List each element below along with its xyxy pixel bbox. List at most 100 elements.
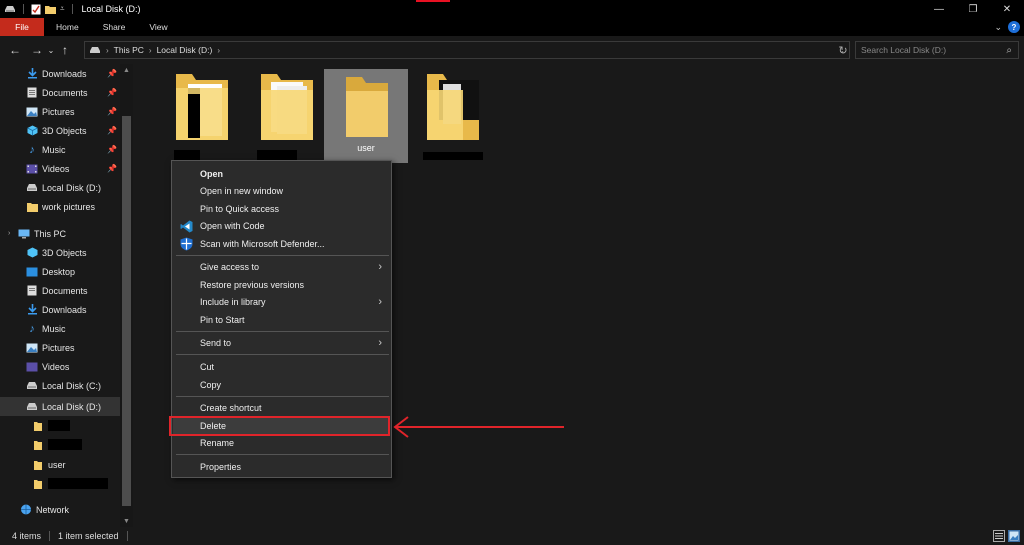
sidebar-item-label: Local Disk (D:) [42,401,102,412]
close-button[interactable]: ✕ [990,0,1024,18]
pin-icon[interactable]: 📌 [107,69,117,78]
cube-icon [26,125,38,137]
menu-item-give-access[interactable]: Give access to › [173,258,390,275]
sidebar-item-local-disk-c[interactable]: Local Disk (C:) [0,376,120,395]
breadcrumb-separator-icon[interactable]: › [149,46,152,55]
sidebar-item-videos-pc[interactable]: Videos [0,357,120,376]
up-button[interactable]: ↑ [56,41,74,59]
folder-item[interactable] [411,70,495,164]
properties-icon[interactable] [31,4,41,15]
breadcrumb-separator-icon[interactable]: › [106,46,109,55]
sidebar-item-folder-redacted-3[interactable] [0,474,120,493]
expand-ribbon-icon[interactable]: ⌄ [994,22,1002,33]
menu-item-open[interactable]: Open [173,165,390,182]
sidebar-item-label: user [48,459,66,470]
menu-item-copy[interactable]: Copy [173,376,390,393]
scroll-down-icon[interactable]: ▼ [120,515,133,527]
scroll-up-icon[interactable]: ▲ [120,64,133,76]
menu-item-open-new-window[interactable]: Open in new window [173,182,390,199]
folder-item-user[interactable]: user [324,69,408,163]
tab-view[interactable]: View [137,18,179,36]
sidebar-item-this-pc[interactable]: › This PC [0,224,120,243]
new-folder-icon[interactable] [45,4,56,14]
back-button[interactable]: ← [6,41,24,59]
breadcrumb-separator-icon[interactable]: › [217,46,220,55]
menu-item-pin-quick-access[interactable]: Pin to Quick access [173,200,390,217]
pin-icon[interactable]: 📌 [107,145,117,154]
sidebar-item-desktop[interactable]: Desktop [0,262,120,281]
sidebar-item-local-disk-d[interactable]: Local Disk (D:) [0,397,120,416]
expand-chevron-icon[interactable]: › [8,230,18,237]
pin-icon[interactable]: 📌 [107,164,117,173]
customize-toolbar-icon[interactable]: ⩡ [60,4,65,14]
scrollbar-thumb[interactable] [122,116,131,506]
menu-item-properties[interactable]: Properties [173,458,390,475]
address-bar[interactable]: › This PC › Local Disk (D:) › ⌄ [84,41,850,59]
menu-item-scan-defender[interactable]: Scan with Microsoft Defender... [173,235,390,252]
tab-file[interactable]: File [0,18,44,36]
redacted-label [423,152,483,160]
sidebar-item-user[interactable]: user [0,455,120,474]
pin-icon[interactable]: 📌 [107,88,117,97]
maximize-button[interactable]: ❐ [956,0,990,18]
pin-icon[interactable]: 📌 [107,126,117,135]
menu-item-label: Give access to [200,261,260,272]
music-icon: ♪ [29,143,35,156]
folder-icon [32,420,44,432]
drive-icon [26,401,38,413]
sidebar-item-local-disk-d-quick[interactable]: Local Disk (D:) [0,178,120,197]
menu-item-send-to[interactable]: Send to › [173,334,390,351]
forward-button[interactable]: → [28,41,46,59]
sidebar-item-music-pc[interactable]: ♪ Music [0,319,120,338]
pin-icon[interactable]: 📌 [107,107,117,116]
sidebar-item-videos[interactable]: Videos 📌 [0,159,120,178]
sidebar-item-3d-objects[interactable]: 3D Objects 📌 [0,121,120,140]
divider [23,4,24,14]
breadcrumb-local-disk[interactable]: Local Disk (D:) [157,45,213,55]
menu-item-cut[interactable]: Cut [173,358,390,375]
tab-share[interactable]: Share [91,18,138,36]
sidebar-item-folder-redacted-2[interactable] [0,435,120,454]
sidebar-item-label: work pictures [42,201,96,212]
sidebar-item-documents-pc[interactable]: Documents [0,281,120,300]
selection-count: 1 item selected [58,531,119,541]
sidebar-item-music[interactable]: ♪ Music 📌 [0,140,120,159]
menu-item-include-library[interactable]: Include in library › [173,293,390,310]
sidebar-scrollbar[interactable]: ▲ ▼ [120,64,133,527]
menu-item-create-shortcut[interactable]: Create shortcut [173,399,390,416]
menu-item-label: Open with Code [200,220,265,231]
sidebar-item-label: Network [36,504,70,515]
help-icon[interactable]: ? [1008,21,1020,33]
sidebar-item-documents[interactable]: Documents 📌 [0,83,120,102]
folder-icon [261,74,313,140]
menu-item-restore-versions[interactable]: Restore previous versions [173,276,390,293]
menu-item-pin-start[interactable]: Pin to Start [173,311,390,328]
large-icons-view-icon[interactable] [1008,530,1020,542]
sidebar-item-3d-objects-pc[interactable]: 3D Objects [0,243,120,262]
refresh-button[interactable]: ↻ [834,41,852,59]
tab-home[interactable]: Home [44,18,91,36]
sidebar-item-network[interactable]: Network [0,500,120,519]
minimize-button[interactable]: — [922,0,956,18]
sidebar-item-downloads[interactable]: Downloads 📌 [0,64,120,83]
drive-icon[interactable] [4,4,16,14]
sidebar-item-pictures[interactable]: Pictures 📌 [0,102,120,121]
recent-locations-button[interactable]: ⌄ [46,41,56,59]
documents-icon [26,87,38,99]
folder-item[interactable] [160,70,244,164]
sidebar-item-pictures-pc[interactable]: Pictures [0,338,120,357]
search-input[interactable]: Search Local Disk (D:) ⌕ [855,41,1019,59]
sidebar-item-label: This PC [34,228,67,239]
menu-item-rename[interactable]: Rename [173,434,390,451]
pictures-icon [26,106,38,118]
breadcrumb-this-pc[interactable]: This PC [114,45,144,55]
menu-item-open-with-code[interactable]: Open with Code [173,217,390,234]
details-view-icon[interactable] [993,530,1005,542]
sidebar-item-folder-redacted-1[interactable] [0,416,120,435]
menu-separator [176,354,389,355]
sidebar-item-downloads-pc[interactable]: Downloads [0,300,120,319]
menu-separator [176,331,389,332]
sidebar-item-work-pictures[interactable]: work pictures [0,197,120,216]
folder-item[interactable] [245,70,329,164]
annotation-arrow-icon [393,416,564,438]
